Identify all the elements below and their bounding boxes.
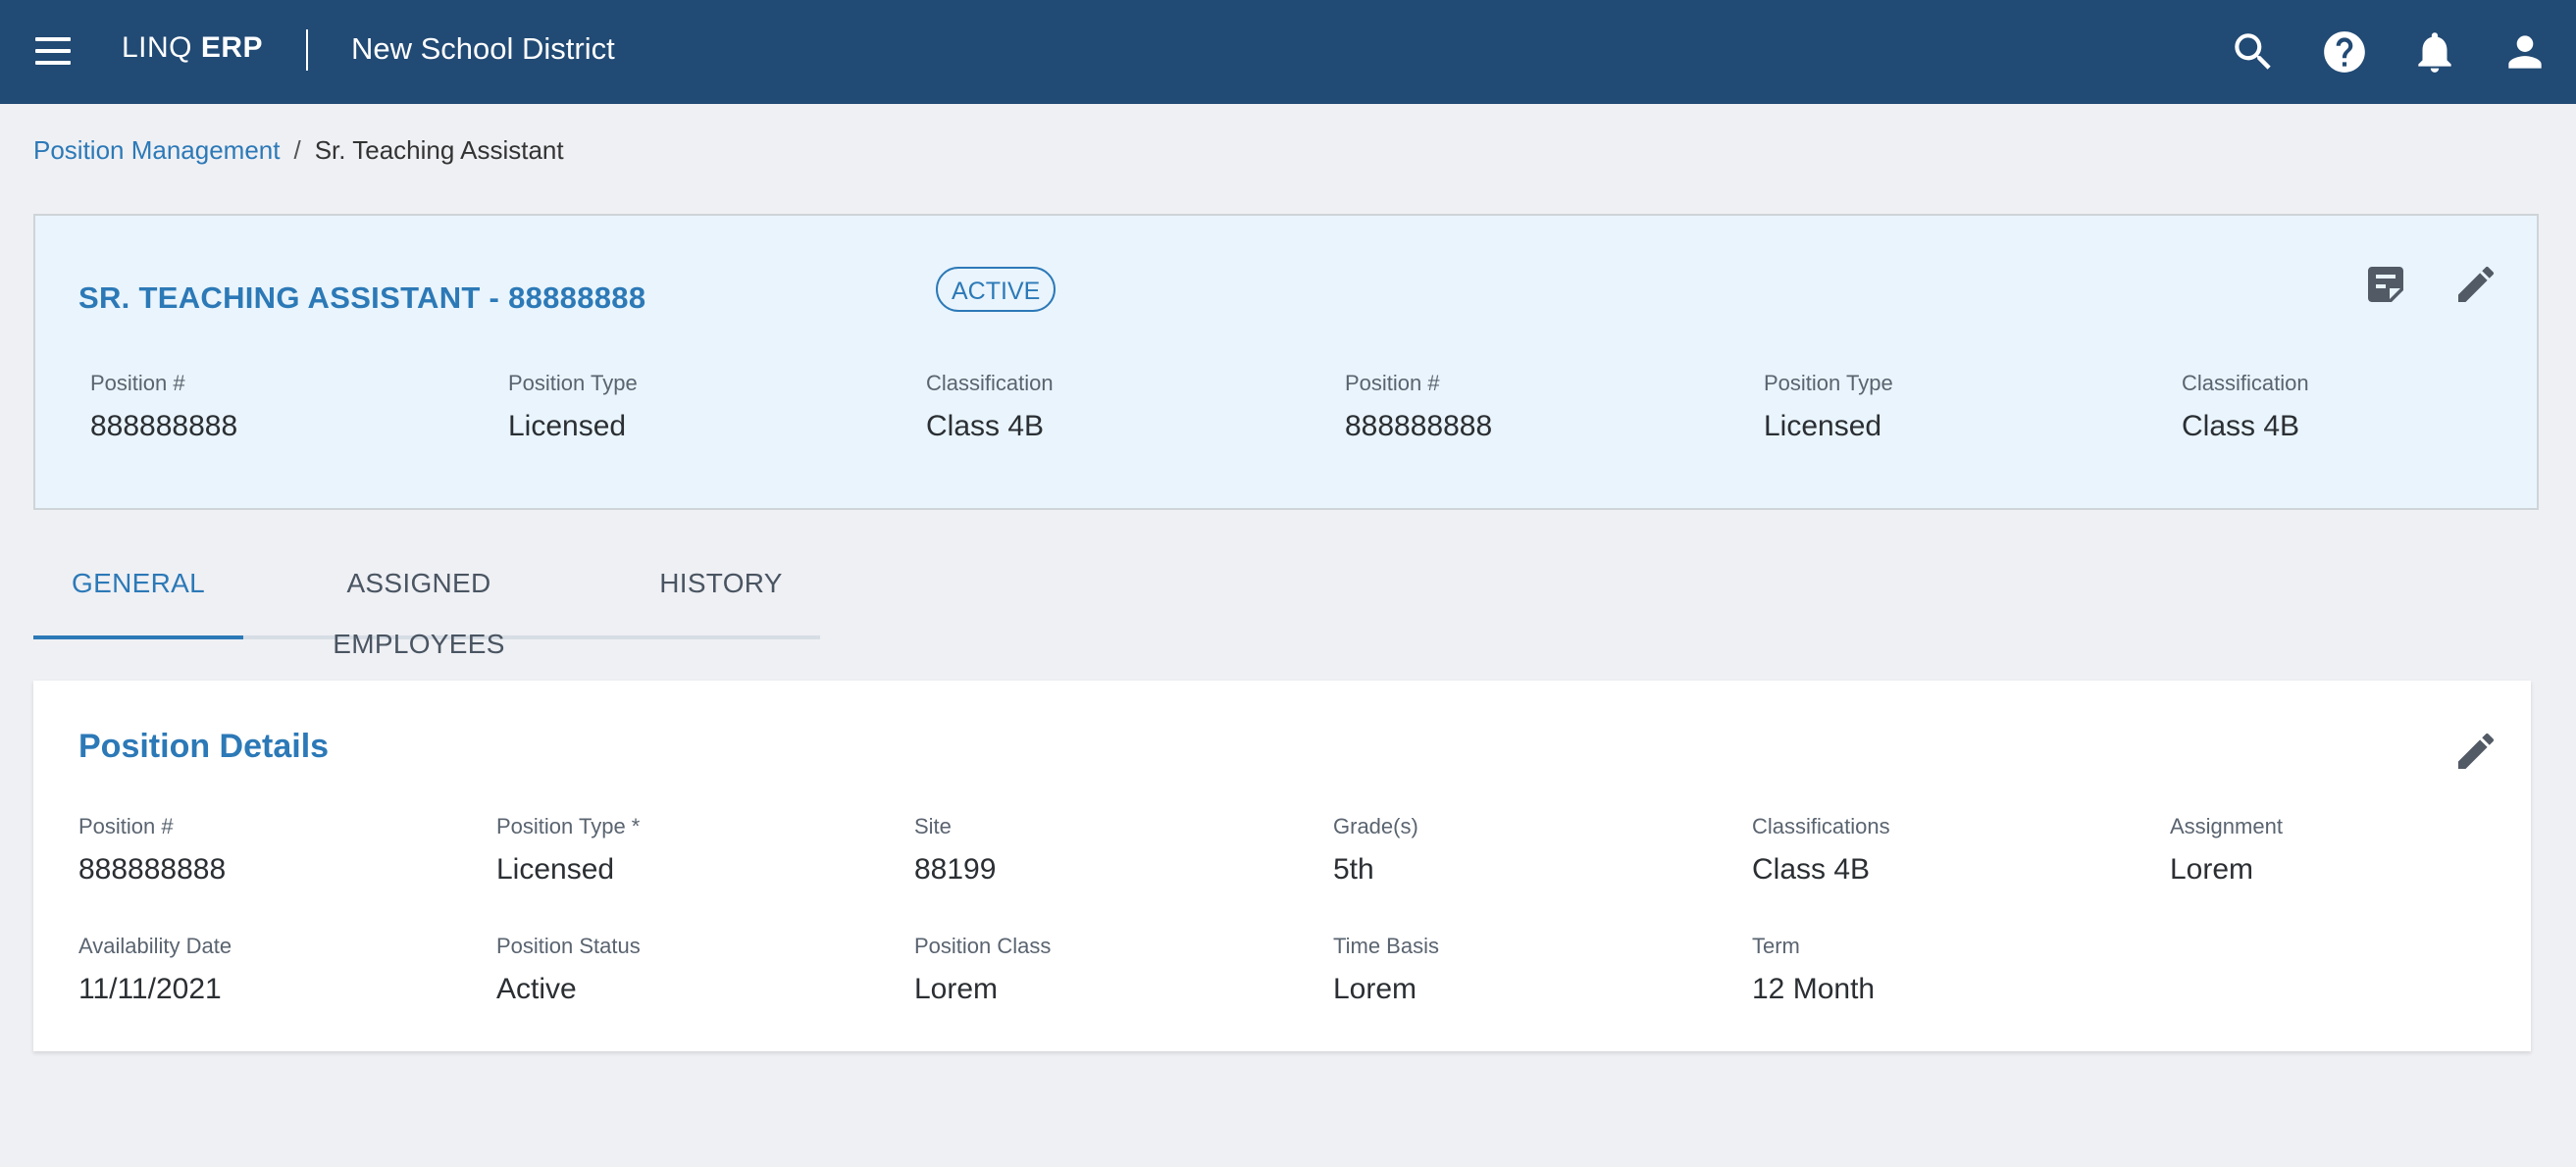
help-icon[interactable] [2320, 27, 2369, 76]
field-value: 888888888 [1345, 410, 1493, 442]
detail-field-grades: Grade(s) 5th [1333, 814, 1418, 887]
field-value: 888888888 [90, 410, 238, 442]
field-value: Class 4B [1752, 853, 1871, 886]
edit-icon[interactable] [2452, 261, 2499, 308]
field-label: Availability Date [78, 934, 232, 958]
brand-logo[interactable]: LINQ ERP [122, 31, 263, 65]
field-value: 888888888 [78, 853, 227, 886]
summary-field: Position Type Licensed [1764, 371, 1893, 443]
summary-field: Classification Class 4B [2182, 371, 2309, 443]
field-label: Position # [1345, 371, 1440, 395]
active-tab-indicator [33, 635, 243, 639]
summary-field: Position # 888888888 [90, 371, 237, 443]
field-label: Position Class [914, 934, 1052, 958]
field-value: 11/11/2021 [78, 973, 222, 1005]
detail-field-position-number: Position # 888888888 [78, 814, 226, 887]
brand-prefix: LINQ [122, 31, 193, 64]
detail-field-term: Term 12 Month [1752, 934, 1875, 1006]
breadcrumb-position-management[interactable]: Position Management [33, 135, 280, 165]
brand-bold: ERP [200, 31, 264, 64]
field-value: Licensed [508, 410, 627, 442]
tab-bar: GENERAL ASSIGNED EMPLOYEES HISTORY [33, 553, 820, 659]
summary-field: Position Type Licensed [508, 371, 638, 443]
detail-field-position-type: Position Type * Licensed [496, 814, 640, 887]
district-name: New School District [351, 31, 615, 66]
field-label: Assignment [2170, 814, 2283, 838]
breadcrumb-separator: / [293, 135, 301, 165]
field-label: Site [914, 814, 952, 838]
field-value: Lorem [1333, 973, 1417, 1005]
field-label: Position Type [508, 371, 638, 395]
field-label: Classification [2182, 371, 2309, 395]
field-value: 5th [1333, 853, 1374, 886]
search-icon[interactable] [2229, 27, 2278, 76]
field-label: Classification [926, 371, 1054, 395]
field-value: Lorem [2170, 853, 2254, 886]
field-label: Grade(s) [1333, 814, 1418, 838]
detail-field-position-status: Position Status Active [496, 934, 641, 1006]
position-title: SR. TEACHING ASSISTANT - 88888888 [78, 280, 646, 315]
field-label: Classifications [1752, 814, 1890, 838]
menu-icon[interactable] [35, 37, 71, 67]
field-value: Class 4B [926, 410, 1045, 442]
detail-field-availability-date: Availability Date 11/11/2021 [78, 934, 232, 1006]
position-details-card: Position Details Position # 888888888 Po… [33, 681, 2531, 1051]
section-title: Position Details [78, 728, 330, 765]
field-label: Position Type [1764, 371, 1893, 395]
edit-icon[interactable] [2452, 728, 2499, 775]
top-app-bar: LINQ ERP New School District [0, 0, 2576, 104]
notifications-icon[interactable] [2410, 27, 2459, 76]
field-label: Position Type * [496, 814, 641, 838]
account-icon[interactable] [2500, 27, 2550, 76]
detail-field-site: Site 88199 [914, 814, 996, 887]
field-value: Lorem [914, 973, 999, 1005]
summary-field: Position # 888888888 [1345, 371, 1492, 443]
field-value: Licensed [496, 853, 615, 886]
position-summary-card: SR. TEACHING ASSISTANT - 88888888 ACTIVE… [33, 214, 2539, 510]
header-divider [306, 29, 308, 71]
notes-icon[interactable] [2362, 261, 2409, 308]
field-label: Position # [78, 814, 174, 838]
field-label: Position # [90, 371, 185, 395]
detail-field-time-basis: Time Basis Lorem [1333, 934, 1439, 1006]
status-badge: ACTIVE [936, 267, 1056, 312]
field-value: Class 4B [2182, 410, 2300, 442]
field-label: Position Status [496, 934, 641, 958]
field-label: Time Basis [1333, 934, 1439, 958]
detail-field-classifications: Classifications Class 4B [1752, 814, 1890, 887]
field-value: Active [496, 973, 577, 1005]
tab-assigned-employees[interactable]: ASSIGNED EMPLOYEES [257, 553, 581, 659]
detail-field-position-class: Position Class Lorem [914, 934, 1051, 1006]
detail-field-assignment: Assignment Lorem [2170, 814, 2283, 887]
breadcrumb-current: Sr. Teaching Assistant [314, 135, 564, 165]
field-value: Licensed [1764, 410, 1882, 442]
field-value: 88199 [914, 853, 997, 886]
breadcrumb: Position Management / Sr. Teaching Assista… [33, 135, 564, 166]
summary-field: Classification Class 4B [926, 371, 1054, 443]
tab-general[interactable]: GENERAL [33, 553, 243, 635]
field-label: Term [1752, 934, 1800, 958]
field-value: 12 Month [1752, 973, 1876, 1005]
tab-history[interactable]: HISTORY [649, 553, 793, 635]
